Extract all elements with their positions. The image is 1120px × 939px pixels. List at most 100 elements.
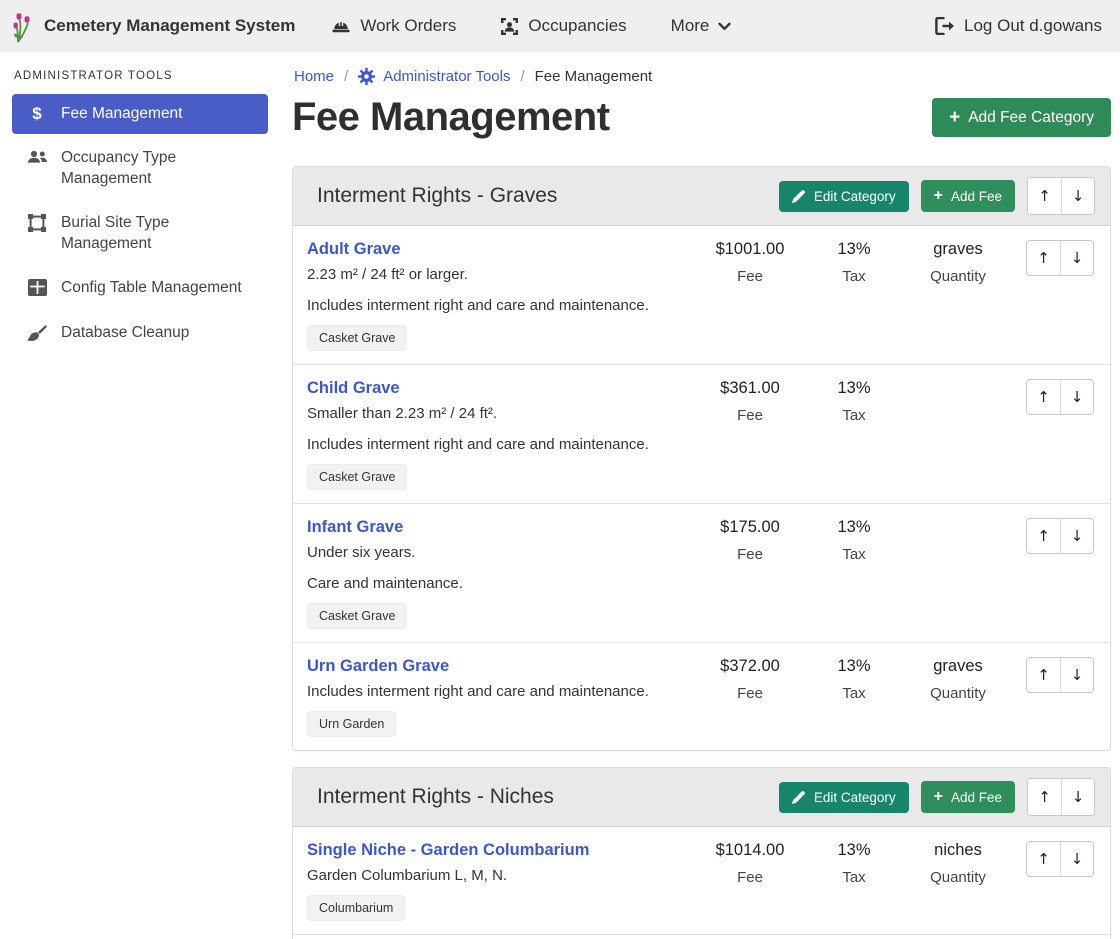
arrow-down-icon: ↓ bbox=[1071, 850, 1084, 868]
main-content: Home / bbox=[280, 52, 1120, 939]
breadcrumb-separator: / bbox=[344, 68, 348, 85]
fee-tax-column: 13% Tax bbox=[802, 377, 906, 424]
arrow-up-icon: ↑ bbox=[1038, 788, 1051, 806]
arrow-up-icon: ↑ bbox=[1038, 187, 1051, 205]
tulips-logo-icon bbox=[10, 8, 35, 44]
fee-amount-column: $361.00 Fee bbox=[698, 377, 802, 424]
category-title: Interment Rights - Graves bbox=[317, 184, 557, 208]
move-fee-up-button[interactable]: ↑ bbox=[1027, 241, 1060, 275]
pencil-icon bbox=[792, 189, 806, 203]
edit-category-button[interactable]: Edit Category bbox=[779, 181, 909, 212]
move-fee-up-button[interactable]: ↑ bbox=[1027, 658, 1060, 692]
nav-item-more[interactable]: More bbox=[671, 16, 732, 36]
vector-square-icon bbox=[26, 214, 48, 232]
sidebar-item-database-cleanup[interactable]: Database Cleanup bbox=[12, 313, 268, 353]
move-fee-down-button[interactable]: ↓ bbox=[1060, 519, 1093, 553]
nav-item-work-orders[interactable]: Work Orders bbox=[331, 16, 456, 36]
arrow-down-icon: ↓ bbox=[1071, 249, 1084, 267]
main-nav: Work Orders Occupancies More bbox=[331, 16, 731, 36]
fee-amount-label: Fee bbox=[698, 685, 802, 702]
sidebar-item-burial-site-type-management[interactable]: Burial Site Type Management bbox=[12, 203, 268, 264]
sidebar-item-occupancy-type-management[interactable]: Occupancy Type Management bbox=[12, 138, 268, 199]
fee-tax-label: Tax bbox=[802, 685, 906, 702]
fee-tax-value: 13% bbox=[802, 379, 906, 399]
sign-out-icon bbox=[935, 17, 955, 35]
fee-amount-label: Fee bbox=[698, 546, 802, 563]
add-fee-button[interactable]: + Add Fee bbox=[921, 180, 1015, 212]
move-category-down-button[interactable]: ↓ bbox=[1061, 779, 1094, 815]
edit-category-button[interactable]: Edit Category bbox=[779, 782, 909, 813]
fee-quantity-value: graves bbox=[906, 240, 1010, 260]
move-fee-up-button[interactable]: ↑ bbox=[1027, 380, 1060, 414]
fee-description: 2.23 m² / 24 ft² or larger. bbox=[307, 266, 698, 283]
fee-tax-label: Tax bbox=[802, 869, 906, 886]
plus-icon: + bbox=[934, 188, 943, 204]
breadcrumb-current: Fee Management bbox=[535, 68, 653, 85]
fee-name-link[interactable]: Infant Grave bbox=[307, 518, 403, 537]
move-category-up-button[interactable]: ↑ bbox=[1028, 779, 1061, 815]
move-fee-down-button[interactable]: ↓ bbox=[1060, 380, 1093, 414]
sidebar-item-fee-management[interactable]: $ Fee Management bbox=[12, 94, 268, 134]
fee-tax-value: 13% bbox=[802, 841, 906, 861]
breadcrumb-admin-tools-label: Administrator Tools bbox=[383, 68, 510, 85]
fee-description-2: Care and maintenance. bbox=[307, 575, 698, 592]
fee-tax-column: 13% Tax bbox=[802, 238, 906, 285]
plus-icon: + bbox=[949, 108, 960, 127]
nav-item-occupancies[interactable]: Occupancies bbox=[500, 16, 626, 36]
fee-name-link[interactable]: Child Grave bbox=[307, 379, 400, 398]
fee-description: Smaller than 2.23 m² / 24 ft². bbox=[307, 405, 698, 422]
fee-name-link[interactable]: Single Niche - Garden Columbarium bbox=[307, 841, 589, 860]
breadcrumb: Home / bbox=[294, 68, 1111, 85]
fee-tax-value: 13% bbox=[802, 240, 906, 260]
users-icon bbox=[26, 149, 48, 165]
fee-amount-column: $1001.00 Fee bbox=[698, 238, 802, 285]
fee-quantity-label: Quantity bbox=[906, 685, 1010, 702]
fee-reorder-group: ↑ ↓ bbox=[1026, 518, 1094, 554]
fee-tag-badge: Casket Grave bbox=[307, 464, 407, 490]
add-fee-button[interactable]: + Add Fee bbox=[921, 781, 1015, 813]
breadcrumb-home-link[interactable]: Home bbox=[294, 68, 334, 85]
fee-reorder-group: ↑ ↓ bbox=[1026, 841, 1094, 877]
category-reorder-group: ↑ ↓ bbox=[1027, 177, 1095, 215]
fee-tax-column: 13% Tax bbox=[802, 839, 906, 886]
arrow-up-icon: ↑ bbox=[1037, 388, 1050, 406]
fee-quantity-value: niches bbox=[906, 841, 1010, 861]
fee-row: Child Grave Smaller than 2.23 m² / 24 ft… bbox=[293, 365, 1110, 504]
fee-reorder-group: ↑ ↓ bbox=[1026, 657, 1094, 693]
add-fee-label: Add Fee bbox=[951, 189, 1002, 204]
brand[interactable]: Cemetery Management System bbox=[10, 8, 295, 44]
fee-tax-column: 13% Tax bbox=[802, 655, 906, 702]
move-category-up-button[interactable]: ↑ bbox=[1028, 178, 1061, 214]
fee-reorder-group: ↑ ↓ bbox=[1026, 379, 1094, 415]
fee-amount-label: Fee bbox=[698, 869, 802, 886]
move-fee-down-button[interactable]: ↓ bbox=[1060, 241, 1093, 275]
move-fee-down-button[interactable]: ↓ bbox=[1060, 842, 1093, 876]
move-fee-down-button[interactable]: ↓ bbox=[1060, 658, 1093, 692]
sidebar-item-label: Occupancy Type Management bbox=[61, 148, 176, 189]
nav-label-work-orders: Work Orders bbox=[360, 16, 456, 36]
category-header: Interment Rights - Graves Edit Category … bbox=[293, 167, 1110, 226]
category-title: Interment Rights - Niches bbox=[317, 785, 554, 809]
edit-category-label: Edit Category bbox=[814, 790, 896, 805]
fee-name-link[interactable]: Adult Grave bbox=[307, 240, 401, 259]
move-fee-up-button[interactable]: ↑ bbox=[1027, 842, 1060, 876]
fee-tax-value: 13% bbox=[802, 657, 906, 677]
fee-amount-value: $361.00 bbox=[698, 379, 802, 399]
move-fee-up-button[interactable]: ↑ bbox=[1027, 519, 1060, 553]
fee-amount-column: $1014.00 Fee bbox=[698, 839, 802, 886]
occupancy-frame-icon bbox=[500, 17, 519, 36]
arrow-down-icon: ↓ bbox=[1071, 527, 1084, 545]
sidebar-item-config-table-management[interactable]: Config Table Management bbox=[12, 268, 268, 308]
nav-label-more: More bbox=[671, 16, 710, 36]
fee-name-link[interactable]: Urn Garden Grave bbox=[307, 657, 449, 676]
category-reorder-group: ↑ ↓ bbox=[1027, 778, 1095, 816]
sidebar-item-label: Burial Site Type Management bbox=[61, 213, 169, 254]
arrow-up-icon: ↑ bbox=[1037, 249, 1050, 267]
add-fee-category-button[interactable]: + Add Fee Category bbox=[932, 98, 1111, 137]
fee-category-card: Interment Rights - Niches Edit Category … bbox=[292, 767, 1111, 939]
hard-hat-icon bbox=[331, 17, 351, 35]
breadcrumb-admin-tools-link[interactable]: Administrator Tools bbox=[358, 68, 510, 85]
broom-icon bbox=[26, 324, 48, 341]
move-category-down-button[interactable]: ↓ bbox=[1061, 178, 1094, 214]
logout-link[interactable]: Log Out d.gowans bbox=[935, 16, 1102, 36]
